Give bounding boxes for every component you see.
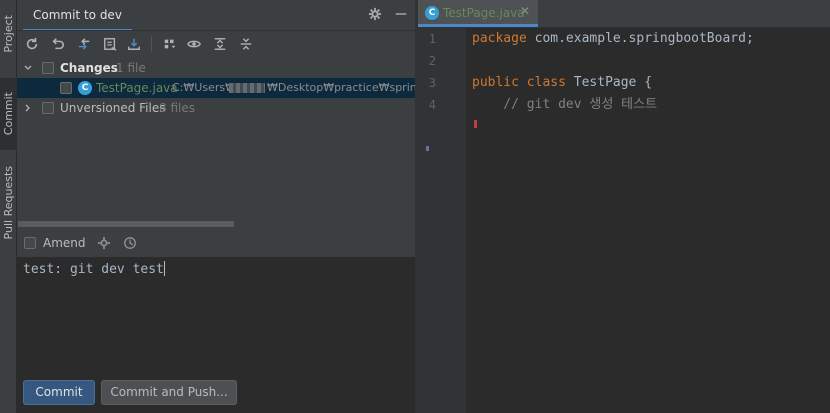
chevron-right-icon[interactable] xyxy=(24,104,32,112)
commit-panel-header: Commit to dev xyxy=(17,0,415,31)
changes-tree: Changes 1 file C TestPage.java C:₩Users₩… xyxy=(17,57,431,217)
gear-icon[interactable] xyxy=(367,7,383,23)
file-path-rest: ₩Desktop₩practice₩springb xyxy=(267,81,431,94)
line-number: 1 xyxy=(428,32,436,46)
code-editor[interactable]: package com.example.springbootBoard; pub… xyxy=(466,28,830,413)
update-download-icon[interactable] xyxy=(125,35,143,53)
commit-options-gear-icon[interactable] xyxy=(97,236,111,250)
minimize-icon[interactable] xyxy=(393,7,409,23)
changes-checkbox[interactable] xyxy=(42,62,54,74)
editor-tab-bar: C TestPage.java ✕ xyxy=(418,0,830,28)
change-marker xyxy=(426,146,429,151)
editor-tab-testpage[interactable]: C TestPage.java ✕ xyxy=(418,0,538,27)
commit-and-push-button[interactable]: Commit and Push... xyxy=(101,380,237,405)
file-checkbox[interactable] xyxy=(60,82,72,94)
unversioned-files-node[interactable]: Unversioned Files 8 files xyxy=(17,98,415,118)
amend-label: Amend xyxy=(43,236,86,250)
code-line-3: public class TestPage { xyxy=(472,72,652,94)
code-line-1: package com.example.springbootBoard; xyxy=(472,28,754,50)
project-tab-label: Project xyxy=(2,15,15,53)
line-number: 3 xyxy=(428,76,436,90)
project-tool-tab[interactable]: Project xyxy=(0,4,17,64)
java-class-icon: C xyxy=(425,6,439,20)
redacted-username xyxy=(229,83,265,93)
commit-message-value: test: git dev test xyxy=(23,262,164,277)
commit-panel: Commit to dev Changes 1 file C TestPage.… xyxy=(17,0,431,413)
class-declaration: TestPage { xyxy=(565,75,653,90)
file-row-testpage[interactable]: C TestPage.java C:₩Users₩ ₩Desktop₩pract… xyxy=(17,78,431,98)
amend-checkbox[interactable] xyxy=(24,237,36,249)
horizontal-scrollbar[interactable] xyxy=(17,220,415,228)
close-tab-icon[interactable]: ✕ xyxy=(520,4,530,18)
text-caret xyxy=(163,261,165,276)
commit-history-clock-icon[interactable] xyxy=(123,236,137,250)
tool-window-strip: Project Commit Pull Requests xyxy=(0,0,17,413)
file-path-prefix: C:₩Users₩ xyxy=(172,81,236,94)
editor-tab-label: TestPage.java xyxy=(443,6,525,20)
scrollbar-thumb[interactable] xyxy=(18,221,234,227)
rollback-icon[interactable] xyxy=(49,35,67,53)
editor-gutter: 1 2 3 4 xyxy=(418,28,466,413)
commit-tab-label: Commit xyxy=(2,92,15,136)
error-marker xyxy=(474,120,477,128)
commit-panel-title[interactable]: Commit to dev xyxy=(23,0,132,31)
line-number: 4 xyxy=(428,98,436,112)
group-by-icon[interactable] xyxy=(161,35,179,53)
collapse-all-icon[interactable] xyxy=(237,35,255,53)
changes-node[interactable]: Changes 1 file xyxy=(17,58,415,78)
package-name: com.example.springbootBoard; xyxy=(526,31,754,46)
changes-count: 1 file xyxy=(116,61,146,75)
commit-message-text[interactable]: test: git dev test xyxy=(23,261,165,277)
refresh-icon[interactable] xyxy=(23,35,41,53)
public-keyword: public xyxy=(472,75,519,90)
commit-tool-tab[interactable]: Commit xyxy=(0,78,17,150)
code-line-4-comment: // git dev 생성 테스트 xyxy=(472,97,658,112)
unversioned-label: Unversioned Files xyxy=(60,101,166,115)
show-diff-icon[interactable] xyxy=(75,35,93,53)
amend-bar: Amend xyxy=(17,232,415,256)
changes-label: Changes xyxy=(60,61,118,75)
class-keyword: class xyxy=(518,75,566,90)
toolbar-separator xyxy=(151,36,152,52)
unversioned-count: 8 files xyxy=(159,101,195,115)
changelist-icon[interactable] xyxy=(101,35,119,53)
expand-all-icon[interactable] xyxy=(211,35,229,53)
unversioned-checkbox[interactable] xyxy=(42,102,54,114)
commit-toolbar xyxy=(17,30,415,56)
chevron-down-icon[interactable] xyxy=(24,64,32,72)
java-class-icon: C xyxy=(78,81,92,95)
view-options-eye-icon[interactable] xyxy=(185,35,203,53)
commit-button[interactable]: Commit xyxy=(23,380,95,405)
pull-requests-tab-label: Pull Requests xyxy=(2,166,15,240)
file-name: TestPage.java xyxy=(96,81,178,95)
line-number: 2 xyxy=(428,54,436,68)
package-keyword: package xyxy=(472,31,527,46)
pull-requests-tool-tab[interactable]: Pull Requests xyxy=(0,158,17,248)
